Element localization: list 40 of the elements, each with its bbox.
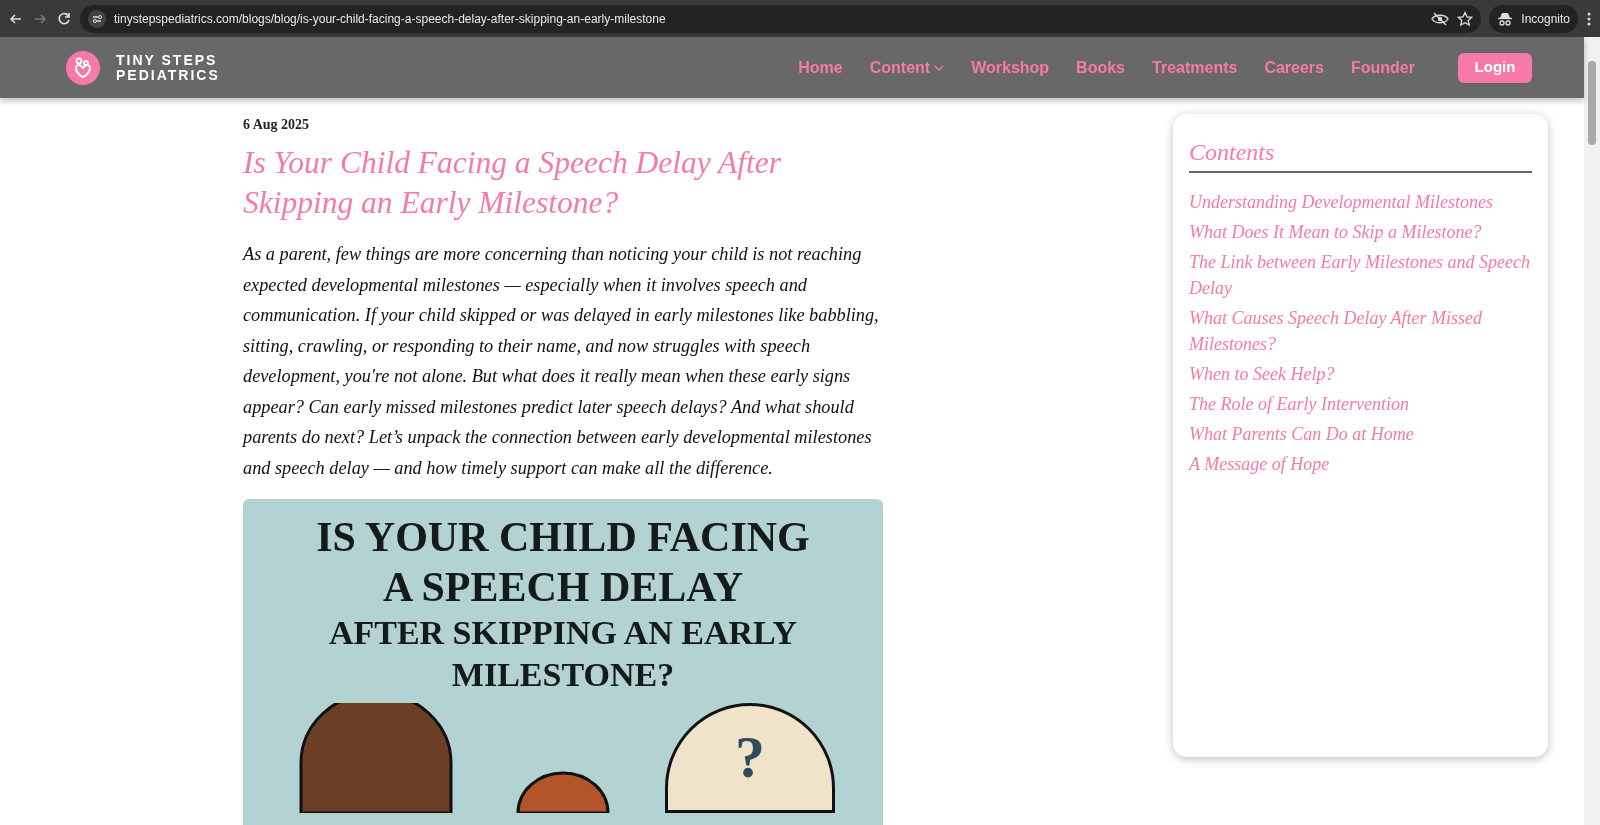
contents-link[interactable]: The Link between Early Milestones and Speech Delay [1189,248,1532,301]
scrollbar-thumb[interactable] [1588,61,1596,145]
contents-link[interactable]: A Message of Hope [1189,450,1532,477]
url-text: tinystepspediatrics.com/blogs/blog/is-your-child-facing-a-speech-delay-after-skipping-an-early-milestone [114,10,667,28]
illustration-heading: MILESTONE? [450,656,676,693]
caret-icon [934,64,945,71]
nav-link[interactable]: Careers [1264,55,1324,80]
post-date: 6 Aug 2025 [243,116,311,134]
site-settings-icon[interactable] [88,9,106,28]
illustration-heading: AFTER SKIPPING AN EARLY [327,615,799,651]
address-bar[interactable]: tinystepspediatrics.com/blogs/blog/is-your-child-facing-a-speech-delay-after-skipping-an-early-milestone [80,4,1482,33]
nav-dropdown[interactable]: Content [869,55,945,80]
logo-icon[interactable] [66,50,100,85]
profile-label: Incognito [1521,10,1570,28]
contents-link[interactable]: What Does It Mean to Skip a Milestone? [1189,218,1532,245]
star-icon[interactable] [1457,10,1474,27]
contents-link[interactable]: The Role of Early Intervention [1189,390,1532,417]
bubble-question-mark: ? [735,726,765,790]
more-icon[interactable] [1586,10,1592,27]
reload-icon[interactable] [56,10,72,27]
nav-link[interactable]: Workshop [971,55,1050,80]
eye-off-icon[interactable] [1431,11,1450,26]
contents-link[interactable]: What Parents Can Do at Home [1189,420,1532,447]
login-button[interactable]: Login [1458,52,1532,83]
contents-heading: Contents [1189,138,1532,173]
incognito-icon [1497,11,1514,26]
intro-paragraph: As a parent, few things are more concerning than noticing your child is not reaching expected developmental milestones — especially when it involves speech and communication. If your child skipped or was delayed in early milestones like babbling, sitting, crawling, or responding to their name, and now struggles with speech development, you're not alone. But what does it really mean when these early signs appear? Can early missed milestones predict later speech delays? And what should parents do next? Let’s unpack the connection between early developmental milestones and speech delay — and how timely support can make all the difference. [243,243,880,480]
scrollbar[interactable] [1584,37,1600,825]
nav-link[interactable]: Founder [1351,55,1415,80]
profile-button[interactable]: Incognito [1489,4,1578,33]
nav-link[interactable]: Books [1076,55,1125,80]
illustration-heading: IS YOUR CHILD FACING [315,515,811,560]
article-title: Is Your Child Facing a Speech Delay After Skipping an Early Milestone? [243,144,783,222]
nav-link[interactable]: Treatments [1152,55,1238,80]
contents-link[interactable]: What Causes Speech Delay After Missed Milestones? [1189,304,1532,357]
contents-link[interactable]: Understanding Developmental Milestones [1189,188,1532,215]
nav-link[interactable]: Home [798,55,843,80]
brand-name[interactable]: TINY STEPS PEDIATRICS [116,52,220,83]
contents-link[interactable]: When to Seek Help? [1189,360,1532,387]
illustration-heading: A SPEECH DELAY [381,565,745,610]
